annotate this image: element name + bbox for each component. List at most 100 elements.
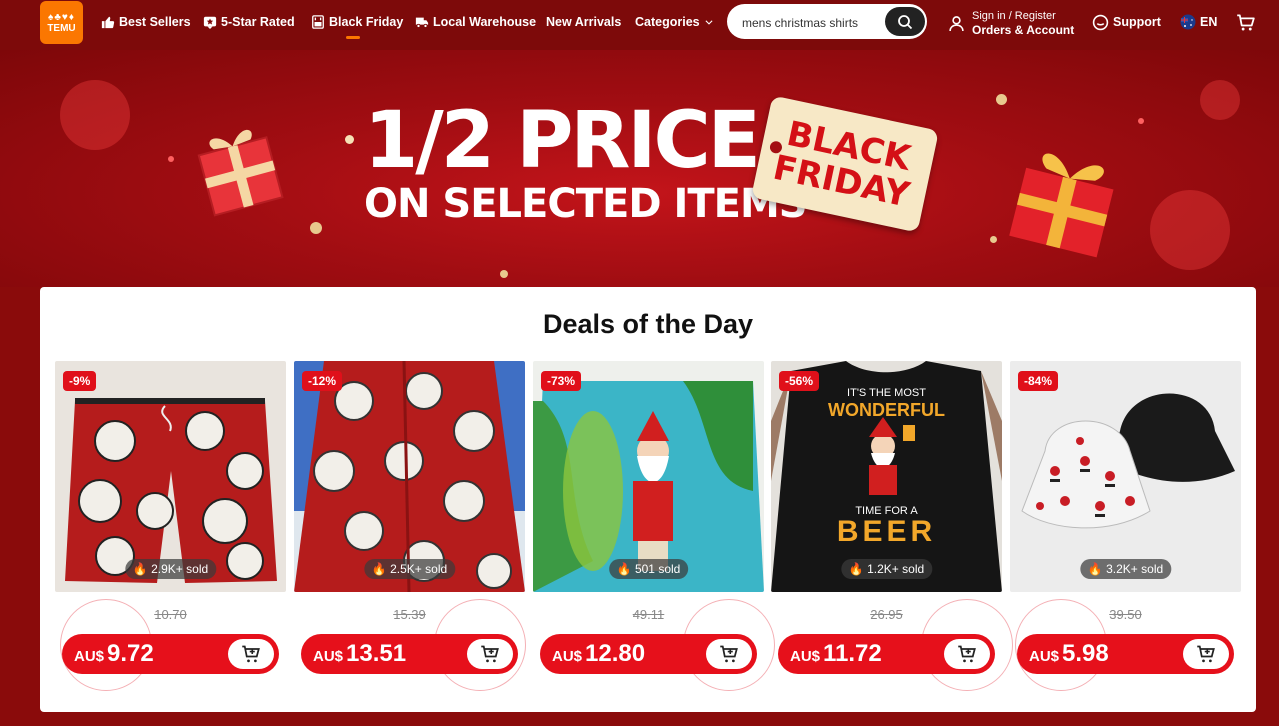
fire-icon: 🔥 — [616, 562, 632, 576]
logo-symbols: ♠♣♥♦ — [48, 11, 75, 23]
add-to-cart-button[interactable] — [944, 639, 990, 669]
headline-half-price: 1/2 PRICE — [364, 96, 761, 186]
cart-plus-icon — [481, 645, 499, 663]
deals-of-the-day-section: Deals of the Day -9% 🔥 2.9K+ sold 10.70 … — [40, 287, 1256, 712]
confetti-dot — [345, 135, 354, 144]
add-to-cart-button[interactable] — [1183, 639, 1229, 669]
nav-label: Categories — [635, 15, 700, 29]
cart-icon — [1237, 13, 1255, 30]
product-image[interactable]: -9% 🔥 2.9K+ sold — [55, 361, 286, 592]
original-price: 49.11 — [632, 607, 665, 622]
product-image[interactable]: -73% 🔥 501 sold — [533, 361, 764, 592]
santa-shirt-image — [294, 361, 525, 592]
nav-categories[interactable]: Categories — [635, 0, 714, 44]
add-to-cart-button[interactable] — [228, 639, 274, 669]
truck-icon — [415, 17, 429, 28]
nav-label: Best Sellers — [119, 15, 191, 29]
product-image[interactable]: IT'S THE MOST WONDERFUL TIME FOR A BEER … — [771, 361, 1002, 592]
gift-box-icon — [197, 129, 284, 217]
support-link[interactable]: Support — [1092, 0, 1161, 44]
product-card[interactable]: -9% 🔥 2.9K+ sold 10.70 AU$ 9.72 — [55, 361, 286, 691]
price-pill[interactable]: AU$ 12.80 — [540, 634, 757, 674]
cart-plus-icon — [720, 645, 738, 663]
sale-price: 12.80 — [585, 640, 646, 667]
sold-text: 2.9K+ sold — [151, 562, 209, 576]
sold-text: 1.2K+ sold — [867, 562, 925, 576]
orders-account-text: Orders & Account — [972, 22, 1075, 37]
temu-logo[interactable]: ♠♣♥♦ TEMU — [40, 1, 83, 44]
price-pill[interactable]: AU$ 5.98 — [1017, 634, 1234, 674]
product-card[interactable]: -84% 🔥 3.2K+ sold 39.50 AU$ 5.98 — [1010, 361, 1241, 691]
nav-label: Black Friday — [329, 15, 404, 29]
active-nav-underline — [346, 36, 360, 39]
nav-label: 5-Star Rated — [221, 15, 295, 29]
sold-text: 3.2K+ sold — [1106, 562, 1164, 576]
sold-text: 501 sold — [634, 562, 681, 576]
discount-badge: -73% — [541, 371, 582, 391]
original-price: 15.39 — [393, 607, 426, 622]
sale-price: 5.98 — [1062, 640, 1109, 667]
top-nav: ♠♣♥♦ TEMU Best Sellers 5-Star Rated Blac… — [0, 0, 1279, 50]
nav-label: New Arrivals — [546, 15, 622, 29]
santa-shorts-image — [55, 361, 286, 592]
confetti-dot — [310, 222, 322, 234]
nav-best-sellers[interactable]: Best Sellers — [101, 0, 191, 44]
add-to-cart-button[interactable] — [467, 639, 513, 669]
headline-selected-items: ON SELECTED ITEMS — [364, 181, 808, 227]
nav-five-star-rated[interactable]: 5-Star Rated — [203, 0, 295, 44]
discount-badge: -84% — [1018, 371, 1059, 391]
fire-icon: 🔥 — [848, 562, 864, 576]
nav-local-warehouse[interactable]: Local Warehouse — [415, 0, 536, 44]
currency: AU$ — [790, 648, 821, 665]
product-image[interactable]: -12% 🔥 2.5K+ sold — [294, 361, 525, 592]
gift-box-icon — [1009, 153, 1114, 258]
shirt-print-text-wonderful: WONDERFUL — [828, 400, 945, 420]
product-card[interactable]: -12% 🔥 2.5K+ sold 15.39 AU$ 13.51 — [294, 361, 526, 691]
language-selector[interactable]: EN — [1180, 0, 1217, 44]
cart-plus-icon — [958, 645, 976, 663]
support-label: Support — [1113, 15, 1161, 29]
account-menu[interactable]: Sign in / Register Orders & Account — [948, 8, 1074, 38]
currency: AU$ — [74, 648, 105, 665]
currency: AU$ — [1029, 648, 1060, 665]
santa-beach-shirt-image — [533, 361, 764, 592]
discount-badge: -9% — [63, 371, 97, 391]
fire-icon: 🔥 — [1087, 562, 1103, 576]
australia-flag-icon — [1180, 14, 1196, 30]
cart-plus-icon — [1197, 645, 1215, 663]
confetti-dot — [168, 156, 174, 162]
sold-count: 🔥 501 sold — [608, 559, 689, 579]
price-pill[interactable]: AU$ 11.72 — [778, 634, 995, 674]
product-card[interactable]: -73% 🔥 501 sold 49.11 AU$ 12.80 — [533, 361, 775, 691]
chevron-down-icon — [705, 20, 713, 25]
sale-price: 11.72 — [823, 640, 882, 667]
deals-title: Deals of the Day — [542, 309, 754, 339]
sold-count: 🔥 3.2K+ sold — [1079, 559, 1172, 579]
price-pill[interactable]: AU$ 13.51 — [301, 634, 518, 674]
sign-in-text: Sign in / Register — [972, 9, 1056, 22]
bokeh-light — [1200, 80, 1240, 120]
confetti-dot — [996, 94, 1007, 105]
bokeh-light — [60, 80, 130, 150]
search-button[interactable] — [885, 7, 925, 36]
price-pill[interactable]: AU$ 9.72 — [62, 634, 279, 674]
search-input[interactable] — [740, 4, 884, 41]
fire-icon: 🔥 — [371, 562, 387, 576]
product-image[interactable]: -84% 🔥 3.2K+ sold — [1010, 361, 1241, 592]
add-to-cart-button[interactable] — [706, 639, 752, 669]
sale-price: 13.51 — [346, 640, 407, 667]
search-box[interactable] — [727, 4, 927, 41]
sold-count: 🔥 1.2K+ sold — [840, 559, 933, 579]
language-label: EN — [1200, 15, 1218, 29]
black-friday-banner[interactable]: 1/2 PRICE ON SELECTED ITEMS BLACK FRIDAY — [0, 50, 1279, 287]
original-price: 26.95 — [870, 607, 903, 622]
cart-button[interactable] — [1236, 0, 1255, 44]
nav-new-arrivals[interactable]: New Arrivals — [546, 0, 621, 44]
currency: AU$ — [313, 648, 344, 665]
black-friday-icon — [312, 15, 324, 29]
sold-count: 🔥 2.9K+ sold — [124, 559, 217, 579]
sold-count: 🔥 2.5K+ sold — [363, 559, 456, 579]
product-card[interactable]: IT'S THE MOST WONDERFUL TIME FOR A BEER … — [771, 361, 1013, 691]
cart-plus-icon — [242, 645, 260, 663]
confetti-dot — [1138, 118, 1144, 124]
